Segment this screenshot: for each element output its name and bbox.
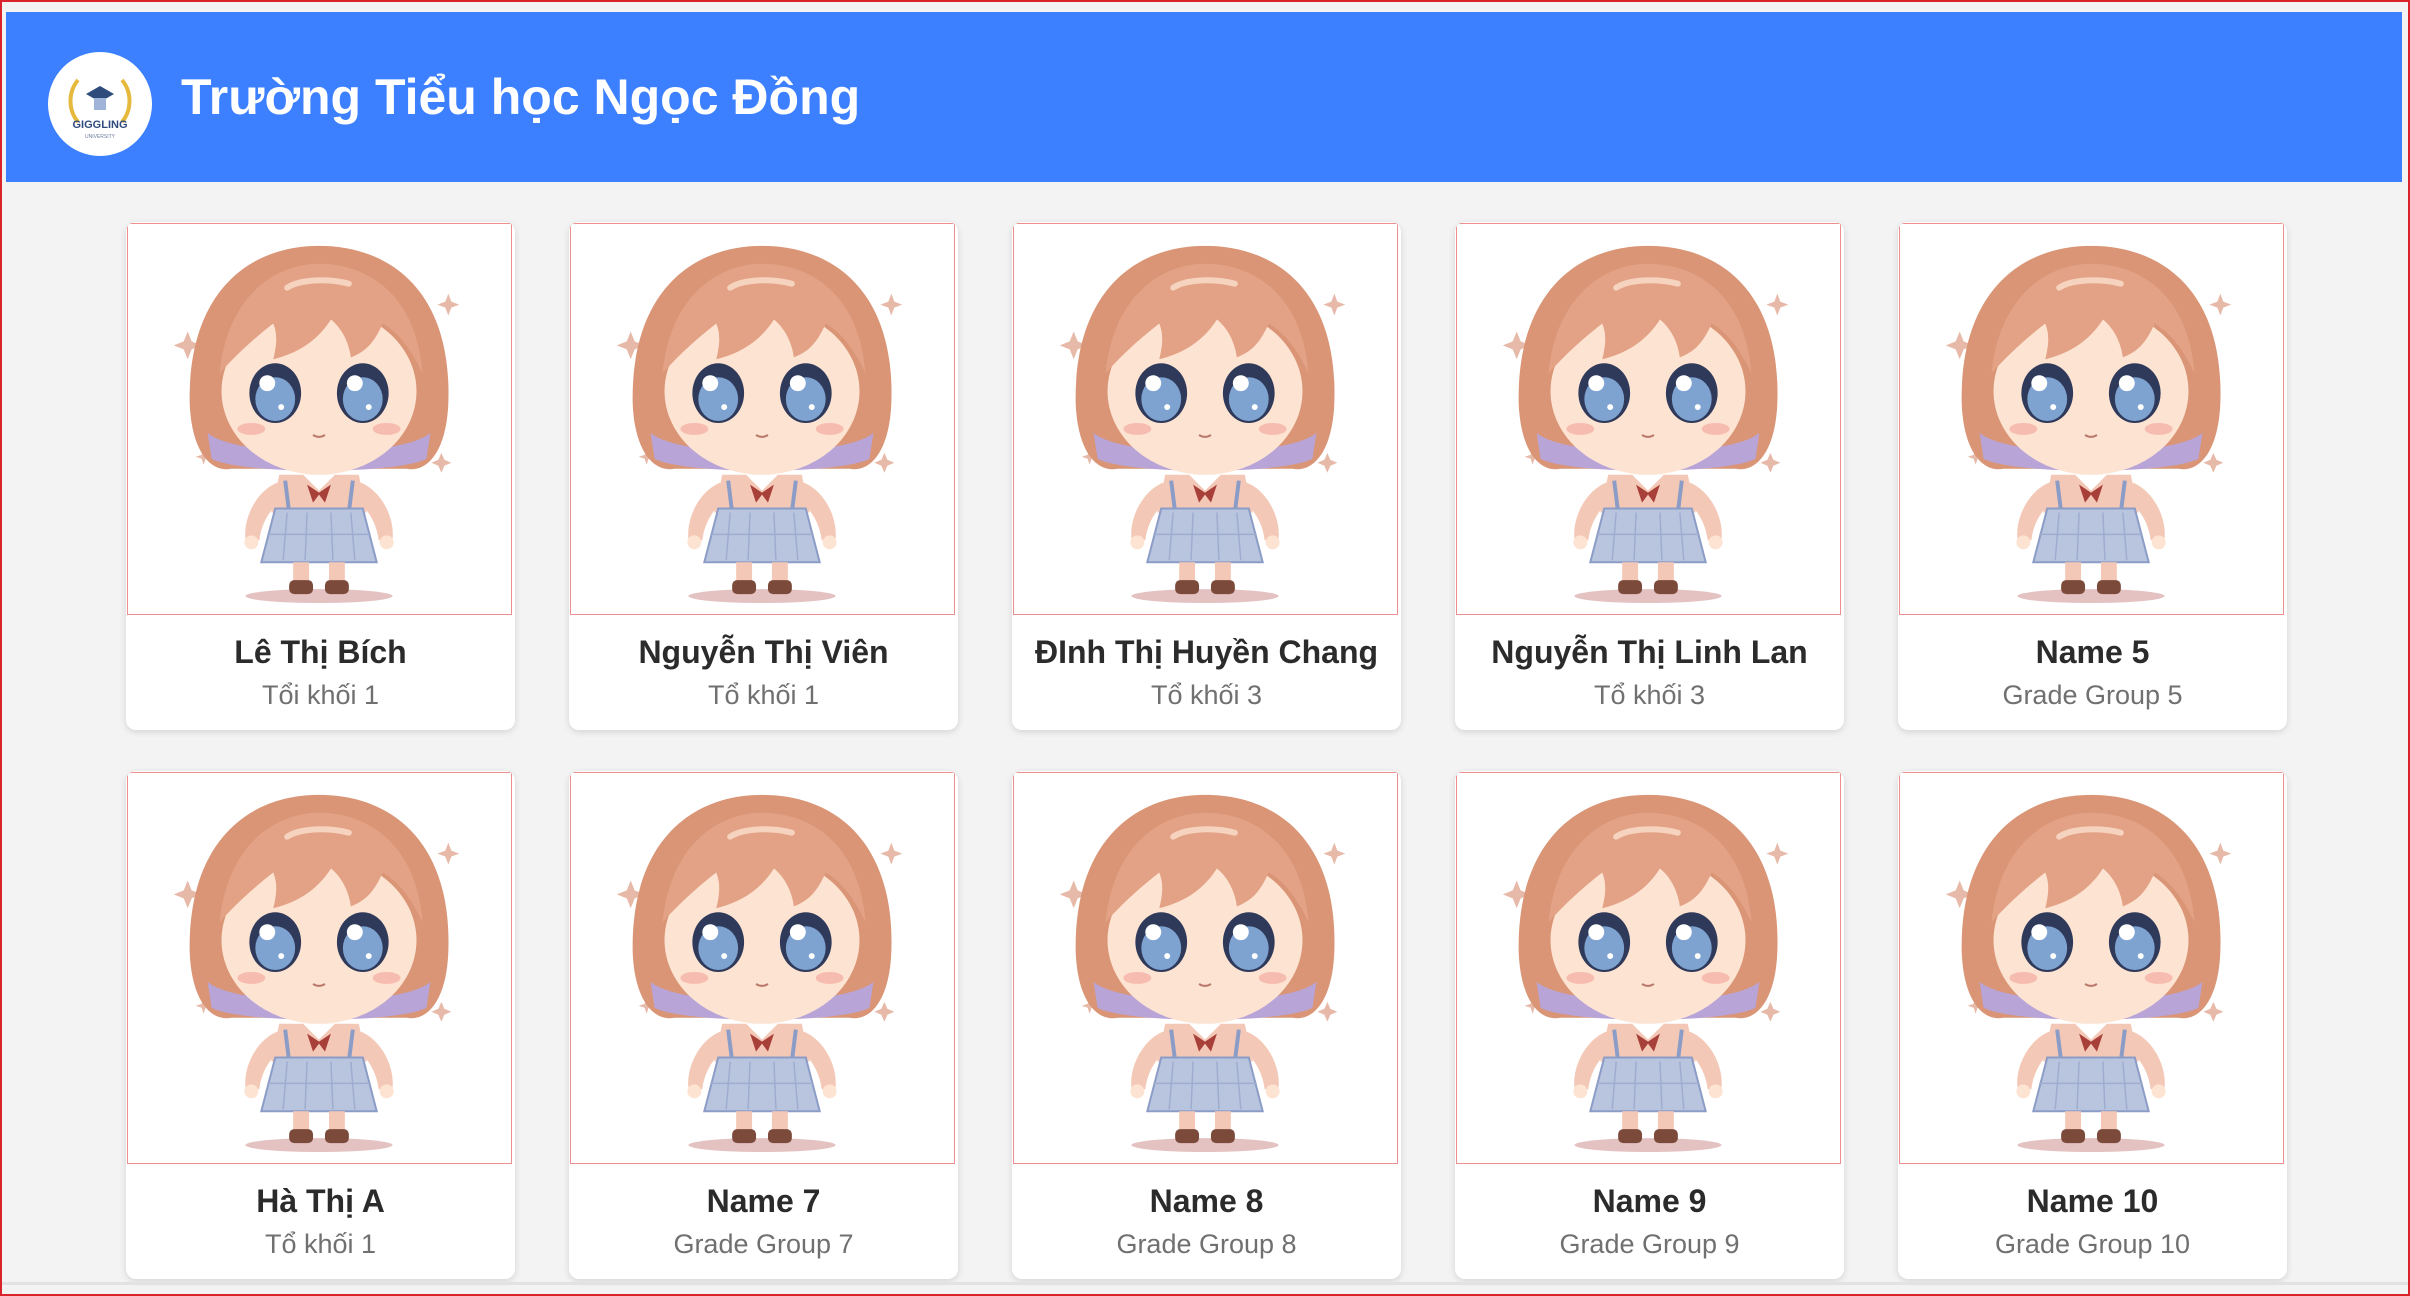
logo-text: GIGGLING: [73, 119, 128, 131]
teacher-group: Grade Group 9: [1559, 1229, 1740, 1259]
teacher-group: Tổi khối 1: [261, 680, 380, 710]
teacher-avatar: [1013, 223, 1398, 615]
teacher-group: Grade Group 8: [1116, 1229, 1297, 1259]
logo-emblem-icon: GIGGLING UNIVERSITY: [68, 78, 132, 140]
teacher-card[interactable]: Nguyễn Thị Linh Lan Tổ khối 3: [1455, 222, 1844, 730]
teacher-card[interactable]: Nguyễn Thị Viên Tổ khối 1: [569, 222, 958, 730]
teacher-group: Tổ khối 3: [1150, 680, 1263, 710]
teacher-avatar: [1899, 223, 2284, 615]
teacher-card[interactable]: Lê Thị Bích Tổi khối 1: [126, 222, 515, 730]
teacher-card[interactable]: Name 10 Grade Group 10: [1898, 771, 2287, 1279]
teacher-group: Tổ khối 1: [707, 680, 820, 710]
chibi-girl-icon: [1900, 224, 2283, 614]
chibi-girl-icon: [571, 773, 954, 1163]
chibi-girl-icon: [128, 224, 511, 614]
chibi-girl-icon: [571, 224, 954, 614]
teacher-name: ĐInh Thị Huyền Chang: [1034, 634, 1379, 670]
school-logo[interactable]: GIGGLING UNIVERSITY: [48, 52, 152, 156]
chibi-girl-icon: [1014, 224, 1397, 614]
teacher-name: Nguyễn Thị Linh Lan: [1491, 634, 1808, 670]
chibi-girl-icon: [1457, 773, 1840, 1163]
teacher-name: Nguyễn Thị Viên: [638, 634, 889, 670]
teacher-card[interactable]: Name 8 Grade Group 8: [1012, 771, 1401, 1279]
chibi-girl-icon: [1900, 773, 2283, 1163]
chibi-girl-icon: [128, 773, 511, 1163]
teacher-avatar: [127, 772, 512, 1164]
teacher-group: Tổ khối 1: [264, 1229, 377, 1259]
teacher-card[interactable]: Name 9 Grade Group 9: [1455, 771, 1844, 1279]
teacher-group: Tổ khối 3: [1593, 680, 1706, 710]
teacher-name: Hà Thị A: [256, 1183, 385, 1219]
page-title: Trường Tiểu học Ngọc Đồng: [181, 69, 861, 125]
teacher-group: Grade Group 5: [2002, 680, 2183, 710]
teacher-avatar: [1899, 772, 2284, 1164]
teacher-name: Name 9: [1592, 1183, 1707, 1219]
divider: [2, 1282, 2408, 1285]
teacher-avatar: [1013, 772, 1398, 1164]
chibi-girl-icon: [1014, 773, 1397, 1163]
teacher-card[interactable]: ĐInh Thị Huyền Chang Tổ khối 3: [1012, 222, 1401, 730]
teacher-name: Lê Thị Bích: [234, 634, 407, 670]
teacher-group: Grade Group 7: [673, 1229, 854, 1259]
teacher-avatar: [1456, 772, 1841, 1164]
teacher-card[interactable]: Name 5 Grade Group 5: [1898, 222, 2287, 730]
teacher-avatar: [570, 772, 955, 1164]
teacher-name: Name 7: [706, 1183, 821, 1219]
app-frame: GIGGLING UNIVERSITY Trường Tiểu học Ngọc…: [0, 0, 2410, 1296]
teacher-card[interactable]: Hà Thị A Tổ khối 1: [126, 771, 515, 1279]
teacher-grid: Lê Thị Bích Tổi khối 1 Nguyễn Thị Viên Tổ k…: [126, 222, 2287, 1279]
teacher-avatar: [127, 223, 512, 615]
site-header: GIGGLING UNIVERSITY Trường Tiểu học Ngọc…: [6, 12, 2402, 182]
teacher-card[interactable]: Name 7 Grade Group 7: [569, 771, 958, 1279]
teacher-avatar: [1456, 223, 1841, 615]
teacher-name: Name 5: [2035, 634, 2150, 670]
teacher-name: Name 10: [2026, 1183, 2159, 1219]
teacher-name: Name 8: [1149, 1183, 1264, 1219]
chibi-girl-icon: [1457, 224, 1840, 614]
teacher-group: Grade Group 10: [1994, 1229, 2191, 1259]
svg-text:UNIVERSITY: UNIVERSITY: [85, 134, 116, 140]
teacher-avatar: [570, 223, 955, 615]
